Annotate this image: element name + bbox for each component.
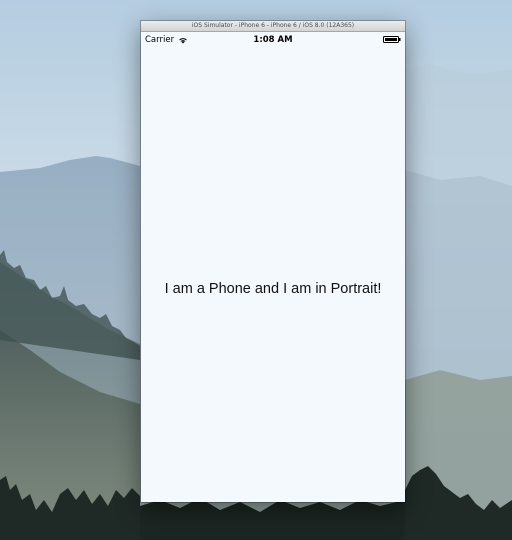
status-time: 1:08 AM [253, 35, 293, 45]
battery-icon [383, 36, 401, 43]
orientation-label: I am a Phone and I am in Portrait! [164, 281, 382, 297]
device-screen[interactable]: Carrier 1:08 AM I am a Phone and I am in… [141, 32, 405, 502]
simulator-window: iOS Simulator - iPhone 6 - iPhone 6 / iO… [141, 21, 405, 502]
status-bar: Carrier 1:08 AM [141, 32, 405, 48]
window-title: iOS Simulator - iPhone 6 - iPhone 6 / iO… [191, 22, 355, 29]
desktop: iOS Simulator - iPhone 6 - iPhone 6 / iO… [0, 0, 512, 540]
window-title-bar[interactable]: iOS Simulator - iPhone 6 - iPhone 6 / iO… [141, 21, 405, 32]
